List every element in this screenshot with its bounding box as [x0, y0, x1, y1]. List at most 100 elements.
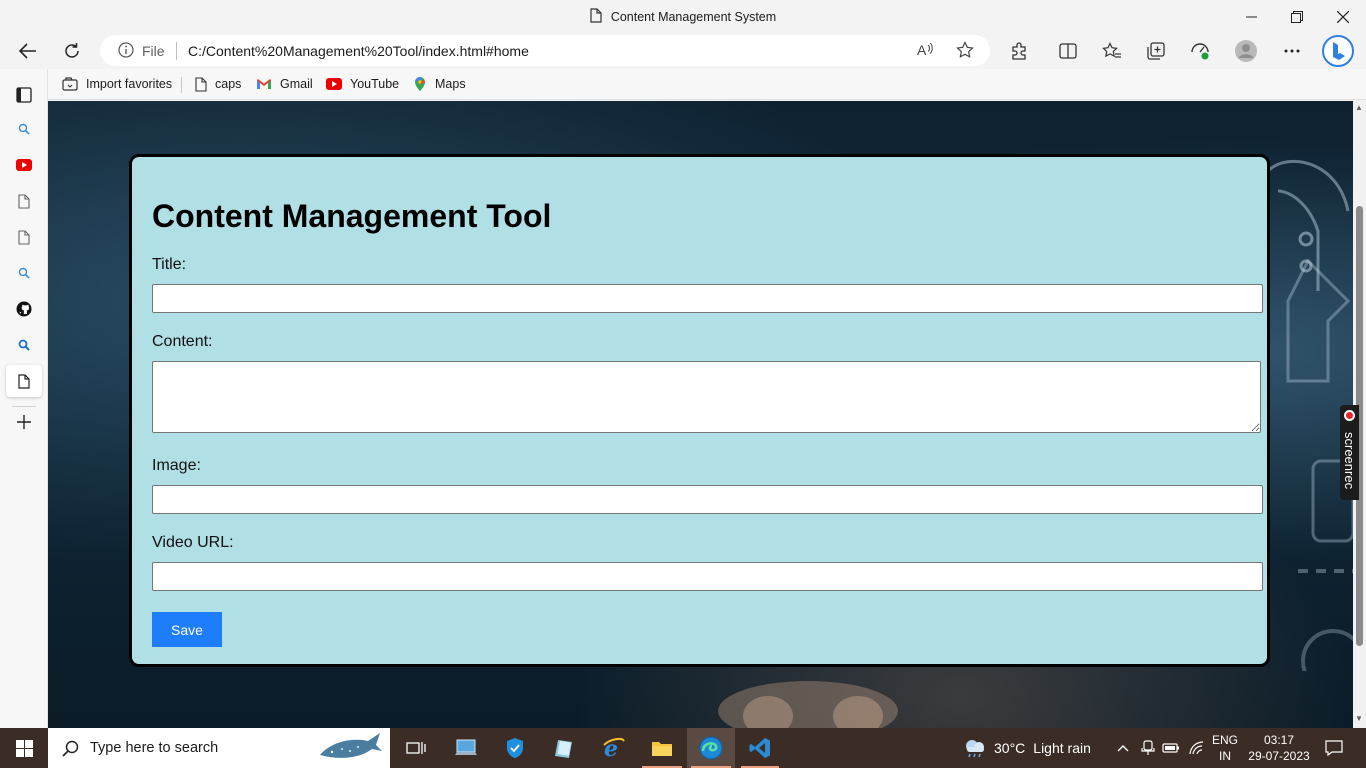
hand-silhouette-graphic [718, 681, 898, 728]
youtube-sidebar-icon[interactable] [6, 149, 42, 181]
search-sidebar-icon-3[interactable] [6, 329, 42, 361]
extensions-button[interactable] [1003, 35, 1035, 67]
internet-explorer-icon[interactable]: e [590, 728, 638, 768]
vscode-icon[interactable] [737, 728, 783, 768]
task-view-icon[interactable] [392, 728, 440, 768]
image-label: Image: [152, 457, 201, 474]
edge-sidebar [0, 69, 48, 728]
navigation-bar: File C:/Content%20Management%20Tool/inde… [0, 33, 1366, 69]
youtube-icon [326, 78, 342, 90]
weather-temperature: 30°C [994, 740, 1026, 756]
document-sidebar-icon[interactable] [6, 185, 42, 217]
favorite-import[interactable]: Import favorites [62, 74, 172, 94]
restore-button[interactable] [1274, 0, 1320, 33]
profile-avatar[interactable] [1230, 35, 1262, 67]
scheme-label: File [142, 43, 165, 59]
more-options-button[interactable] [1276, 35, 1308, 67]
taskbar-search-box[interactable]: Type here to search [48, 728, 390, 768]
collections-button[interactable] [1140, 35, 1172, 67]
start-button[interactable] [0, 728, 48, 768]
cloud-rain-icon [962, 737, 988, 759]
notifications-icon[interactable] [1318, 728, 1350, 768]
info-icon[interactable] [118, 42, 134, 63]
language-code: ENG [1211, 733, 1238, 747]
scroll-up-icon[interactable]: ▲ [1355, 103, 1363, 112]
edge-browser-icon[interactable] [687, 728, 735, 768]
favorite-youtube[interactable]: YouTube [326, 74, 399, 94]
file-explorer-icon[interactable] [638, 728, 686, 768]
save-button[interactable]: Save [152, 612, 222, 647]
performance-button[interactable] [1184, 35, 1216, 67]
video-url-input[interactable] [152, 562, 1263, 591]
new-tab-plus-icon[interactable] [6, 406, 42, 438]
import-icon [62, 77, 78, 91]
search-placeholder: Type here to search [90, 740, 219, 756]
split-screen-button[interactable] [1052, 35, 1084, 67]
content-form-card: Content Management Tool Title: Content: … [129, 154, 1270, 667]
favorite-label: caps [215, 77, 242, 91]
wifi-icon[interactable] [1186, 728, 1208, 768]
clock-date: 29-07-2023 [1248, 749, 1310, 763]
notepad-app-icon[interactable] [540, 728, 588, 768]
weather-description: Light rain [1033, 740, 1091, 756]
favorite-label: Import favorites [86, 77, 173, 91]
content-label: Content: [152, 333, 213, 350]
favorite-label: Gmail [280, 77, 313, 91]
github-icon[interactable] [6, 293, 42, 325]
clock-time: 03:17 [1263, 733, 1295, 747]
search-icon [62, 740, 79, 757]
webcam-tray-icon[interactable] [1137, 728, 1159, 768]
active-tab-document-icon[interactable] [6, 365, 42, 397]
favorites-bar: Import favorites caps Gmail YouTube Maps [48, 69, 1366, 100]
page-viewport: Content Management Tool Title: Content: … [48, 101, 1353, 728]
favorites-divider [181, 77, 182, 93]
tab-actions-icon[interactable] [6, 79, 42, 111]
bing-copilot-icon[interactable] [1321, 34, 1355, 68]
search-sidebar-icon[interactable] [6, 113, 42, 145]
screenrec-widget[interactable]: screenrec [1340, 405, 1359, 500]
favorite-caps[interactable]: caps [195, 74, 241, 94]
favorite-maps[interactable]: Maps [413, 74, 466, 94]
refresh-button[interactable] [56, 35, 88, 67]
image-input[interactable] [152, 485, 1263, 514]
favorite-label: YouTube [350, 77, 400, 91]
whale-shark-search-highlight-icon [318, 731, 384, 768]
window-title: Content Management System [0, 0, 1366, 33]
this-pc-icon[interactable] [442, 728, 490, 768]
weather-widget[interactable]: 30°C Light rain [962, 728, 1094, 768]
address-separator [176, 42, 177, 60]
page-title: Content Management Tool [152, 198, 552, 234]
title-bar: Content Management System [0, 0, 1366, 33]
title-input[interactable] [152, 284, 1263, 313]
doc-icon [195, 76, 207, 92]
region-code: IN [1219, 749, 1231, 763]
window-title-text: Content Management System [610, 9, 777, 24]
video-url-label: Video URL: [152, 534, 234, 551]
search-sidebar-icon-2[interactable] [6, 257, 42, 289]
read-aloud-icon[interactable]: A [916, 41, 934, 64]
windows-taskbar: Type here to search e 30°C Light rain EN… [0, 728, 1366, 768]
document-sidebar-icon-2[interactable] [6, 221, 42, 253]
gmail-icon [256, 78, 272, 90]
favorites-button[interactable] [1096, 35, 1128, 67]
record-icon [1344, 410, 1355, 421]
show-hidden-icons-chevron-icon[interactable] [1112, 728, 1134, 768]
screenrec-label: screenrec [1342, 432, 1357, 490]
address-bar[interactable]: File C:/Content%20Management%20Tool/inde… [100, 35, 990, 66]
back-button[interactable] [12, 35, 44, 67]
favorite-star-icon[interactable] [956, 41, 974, 64]
security-shield-icon[interactable] [492, 728, 538, 768]
favorite-label: Maps [435, 77, 466, 91]
minimize-button[interactable] [1228, 0, 1274, 33]
language-indicator[interactable]: ENG IN [1208, 732, 1242, 764]
maps-icon [413, 76, 427, 92]
favorite-gmail[interactable]: Gmail [256, 74, 313, 94]
svg-text:A: A [917, 42, 927, 58]
url-text[interactable]: C:/Content%20Management%20Tool/index.htm… [188, 43, 529, 59]
scroll-down-icon[interactable]: ▼ [1355, 714, 1363, 723]
title-label: Title: [152, 256, 187, 273]
content-textarea[interactable] [152, 361, 1261, 433]
close-button[interactable] [1320, 0, 1366, 33]
battery-icon[interactable] [1160, 728, 1182, 768]
system-clock[interactable]: 03:17 29-07-2023 [1244, 732, 1314, 764]
